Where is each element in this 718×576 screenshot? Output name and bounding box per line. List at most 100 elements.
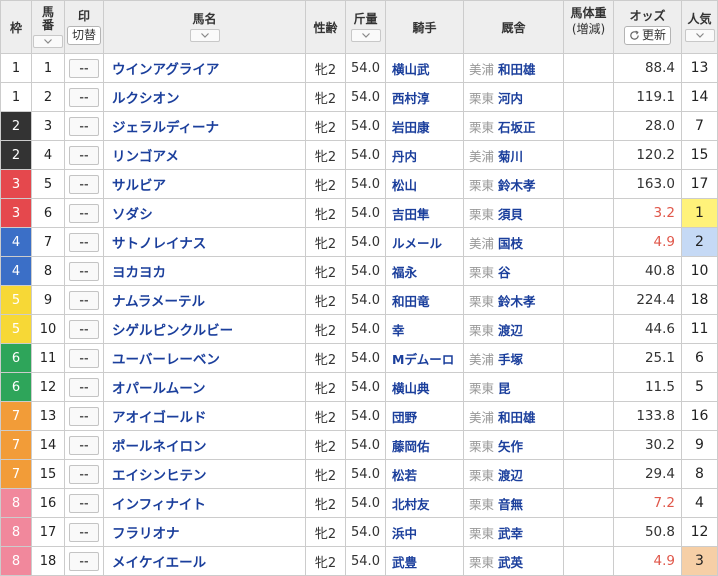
- sex-age-cell: 牝2: [305, 546, 346, 576]
- mark-select[interactable]: --: [69, 261, 99, 281]
- jockey-link[interactable]: 松山: [385, 169, 464, 199]
- weight-cell: [563, 488, 614, 518]
- jockey-link[interactable]: 吉田隼: [385, 198, 464, 228]
- horse-name-link[interactable]: フラリオナ: [103, 517, 306, 547]
- trainer-cell: 栗東 鈴木孝: [463, 285, 564, 315]
- trainer-link[interactable]: 渡辺: [498, 323, 523, 338]
- mark-select[interactable]: --: [69, 493, 99, 513]
- popularity-cell: 11: [681, 314, 718, 344]
- sort-popularity-button[interactable]: [684, 29, 715, 42]
- jockey-link[interactable]: 丹内: [385, 140, 464, 170]
- header-waku-label: 枠: [9, 20, 22, 35]
- jockey-link[interactable]: 西村淳: [385, 82, 464, 112]
- horse-name-link[interactable]: オパールムーン: [103, 372, 306, 402]
- trainer-link[interactable]: 河内: [498, 91, 523, 106]
- jockey-link[interactable]: 藤岡佑: [385, 430, 464, 460]
- horse-name-link[interactable]: サルビア: [103, 169, 306, 199]
- waku-cell: 7: [0, 430, 32, 460]
- horse-name-link[interactable]: エイシンヒテン: [103, 459, 306, 489]
- mark-select[interactable]: --: [69, 377, 99, 397]
- jockey-link[interactable]: 浜中: [385, 517, 464, 547]
- mark-select[interactable]: --: [69, 435, 99, 455]
- mark-select[interactable]: --: [69, 232, 99, 252]
- trainer-link[interactable]: 武英: [498, 555, 523, 570]
- waku-cell: 1: [0, 53, 32, 83]
- mark-select[interactable]: --: [69, 116, 99, 136]
- trainer-link[interactable]: 和田雄: [498, 410, 536, 425]
- mark-select[interactable]: --: [69, 406, 99, 426]
- odds-cell: 4.9: [613, 546, 682, 576]
- trainer-link[interactable]: 谷: [498, 265, 511, 280]
- horse-name-link[interactable]: シゲルピンクルビー: [103, 314, 306, 344]
- horse-name-link[interactable]: サトノレイナス: [103, 227, 306, 257]
- sort-name-button[interactable]: [189, 29, 220, 42]
- trainer-link[interactable]: 武幸: [498, 526, 523, 541]
- mark-select[interactable]: --: [69, 348, 99, 368]
- mark-select[interactable]: --: [69, 58, 99, 78]
- mark-select[interactable]: --: [69, 203, 99, 223]
- trainer-link[interactable]: 国枝: [498, 236, 523, 251]
- trainer-link[interactable]: 石坂正: [498, 120, 536, 135]
- trainer-link[interactable]: 音無: [498, 497, 523, 512]
- horse-name-link[interactable]: ポールネイロン: [103, 430, 306, 460]
- jockey-link[interactable]: 福永: [385, 256, 464, 286]
- trainer-link[interactable]: 渡辺: [498, 468, 523, 483]
- horse-name-link[interactable]: ジェラルディーナ: [103, 111, 306, 141]
- jockey-link[interactable]: 松若: [385, 459, 464, 489]
- trainer-link[interactable]: 須貝: [498, 207, 523, 222]
- jockey-link[interactable]: 和田竜: [385, 285, 464, 315]
- mark-select[interactable]: --: [69, 319, 99, 339]
- jockey-link[interactable]: 武豊: [385, 546, 464, 576]
- jockey-link[interactable]: 岩田康: [385, 111, 464, 141]
- trainer-cell: 栗東 渡辺: [463, 459, 564, 489]
- mark-select[interactable]: --: [69, 290, 99, 310]
- trainer-link[interactable]: 昆: [498, 381, 511, 396]
- horse-name-link[interactable]: リンゴアメ: [103, 140, 306, 170]
- trainer-link[interactable]: 矢作: [498, 439, 523, 454]
- mark-select[interactable]: --: [69, 522, 99, 542]
- popularity-cell: 18: [681, 285, 718, 315]
- jockey-link[interactable]: 団野: [385, 401, 464, 431]
- trainer-region: 栗東: [469, 293, 495, 309]
- jockey-link[interactable]: 横山武: [385, 53, 464, 83]
- horse-name-link[interactable]: ナムラメーテル: [103, 285, 306, 315]
- trainer-region: 栗東: [469, 264, 495, 280]
- popularity-cell: 8: [681, 459, 718, 489]
- mark-toggle-button[interactable]: 切替: [66, 26, 101, 45]
- sort-kinryo-button[interactable]: [350, 29, 381, 42]
- horse-name-link[interactable]: ヨカヨカ: [103, 256, 306, 286]
- jockey-link[interactable]: 幸: [385, 314, 464, 344]
- jockey-link[interactable]: 横山典: [385, 372, 464, 402]
- horse-name-link[interactable]: ルクシオン: [103, 82, 306, 112]
- trainer-link[interactable]: 鈴木孝: [498, 294, 536, 309]
- popularity-cell: 5: [681, 372, 718, 402]
- jockey-link[interactable]: Mデムーロ: [385, 343, 464, 373]
- trainer-cell: 栗東 武英: [463, 546, 564, 576]
- horse-name-link[interactable]: ウインアグライア: [103, 53, 306, 83]
- odds-refresh-button[interactable]: 更新: [623, 26, 671, 45]
- umaban-cell: 3: [31, 111, 65, 141]
- mark-select[interactable]: --: [69, 145, 99, 165]
- sort-umaban-button[interactable]: [33, 35, 63, 48]
- jockey-link[interactable]: ルメール: [385, 227, 464, 257]
- odds-cell: 4.9: [613, 227, 682, 257]
- trainer-link[interactable]: 和田雄: [498, 62, 536, 77]
- mark-select[interactable]: --: [69, 464, 99, 484]
- horse-name-link[interactable]: メイケイエール: [103, 546, 306, 576]
- odds-cell: 7.2: [613, 488, 682, 518]
- trainer-link[interactable]: 鈴木孝: [498, 178, 536, 193]
- trainer-link[interactable]: 手塚: [498, 352, 523, 367]
- horse-name-link[interactable]: インフィナイト: [103, 488, 306, 518]
- mark-select[interactable]: --: [69, 551, 99, 571]
- jockey-link[interactable]: 北村友: [385, 488, 464, 518]
- popularity-cell: 12: [681, 517, 718, 547]
- mark-select[interactable]: --: [69, 87, 99, 107]
- trainer-link[interactable]: 菊川: [498, 149, 523, 164]
- weight-cell: [563, 546, 614, 576]
- odds-cell: 120.2: [613, 140, 682, 170]
- horse-name-link[interactable]: ユーバーレーベン: [103, 343, 306, 373]
- horse-name-link[interactable]: ソダシ: [103, 198, 306, 228]
- horse-name-link[interactable]: アオイゴールド: [103, 401, 306, 431]
- kinryo-cell: 54.0: [345, 111, 386, 141]
- mark-select[interactable]: --: [69, 174, 99, 194]
